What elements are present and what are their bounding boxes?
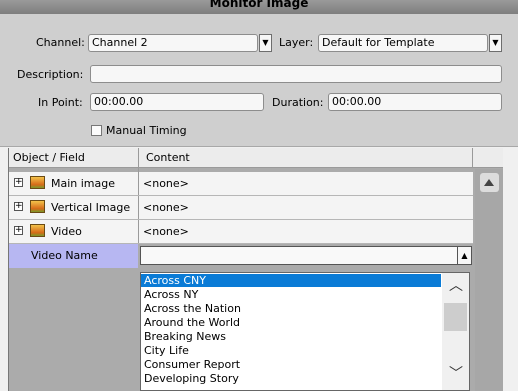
list-item[interactable]: Across CNY	[141, 274, 441, 287]
scroll-up-button[interactable]	[480, 173, 499, 192]
layer-label: Layer:	[279, 36, 314, 49]
layer-dropdown-button[interactable]: ▼	[489, 34, 502, 52]
video-name-cell: Video Name	[9, 244, 138, 268]
window-title: Monitor Image	[209, 0, 309, 10]
triangle-up-icon	[484, 179, 494, 186]
grid-scrollbar[interactable]	[475, 169, 503, 391]
field-name: Vertical Image	[51, 201, 131, 214]
table-row[interactable]: + Video <none>	[9, 220, 473, 244]
image-icon	[30, 200, 45, 213]
list-item[interactable]: Across NY	[141, 288, 441, 301]
channel-dropdown-button[interactable]: ▼	[259, 34, 272, 52]
duration-label: Duration:	[272, 96, 324, 109]
channel-label: Channel:	[36, 36, 85, 49]
chevron-up-icon[interactable]: ︿	[449, 279, 463, 293]
plus-box-icon[interactable]: +	[14, 226, 23, 235]
description-label: Description:	[17, 68, 84, 81]
description-input[interactable]	[90, 65, 502, 83]
window-title-bar: Monitor Image	[0, 0, 518, 14]
manual-timing-checkbox[interactable]	[91, 125, 102, 136]
triangle-down-icon: ▼	[262, 38, 269, 47]
list-item[interactable]: City Life	[141, 344, 441, 357]
image-icon	[30, 176, 45, 189]
field-name: Video	[51, 225, 82, 238]
triangle-down-icon: ▼	[492, 38, 499, 47]
channel-select[interactable]: Channel 2	[88, 34, 258, 52]
field-content[interactable]: <none>	[139, 196, 473, 219]
field-content[interactable]: <none>	[139, 172, 473, 195]
video-name-combobox[interactable]	[140, 246, 458, 265]
duration-input[interactable]: 00:00.00	[328, 93, 502, 111]
field-name-cell: + Video	[9, 220, 138, 243]
field-name: Main image	[51, 177, 116, 190]
dropdown-scrollbar[interactable]: ︿ ﹀	[442, 273, 469, 390]
list-item[interactable]: Around the World	[141, 316, 441, 329]
field-name: Video Name	[31, 249, 98, 262]
manual-timing-label: Manual Timing	[106, 124, 187, 137]
list-item[interactable]: Developing Story	[141, 372, 441, 385]
properties-panel: Channel: Channel 2 ▼ Layer: Default for …	[0, 14, 518, 147]
list-item[interactable]: Breaking News	[141, 330, 441, 343]
plus-box-icon[interactable]: +	[14, 202, 23, 211]
field-name-cell: + Main image	[9, 172, 138, 195]
plus-box-icon[interactable]: +	[14, 178, 23, 187]
image-icon	[30, 224, 45, 237]
list-item[interactable]: Across the Nation	[141, 302, 441, 315]
in-point-input[interactable]: 00:00.00	[90, 93, 264, 111]
triangle-up-icon: ▲	[461, 251, 468, 260]
table-row[interactable]: + Main image <none>	[9, 172, 473, 196]
column-header-object-field[interactable]: Object / Field	[13, 151, 85, 164]
field-name-cell: + Vertical Image	[9, 196, 138, 219]
in-point-label: In Point:	[38, 96, 83, 109]
field-content[interactable]: <none>	[139, 220, 473, 243]
grid-header: Object / Field Content	[9, 148, 503, 168]
column-divider	[472, 148, 473, 168]
layer-select[interactable]: Default for Template	[318, 34, 488, 52]
chevron-down-icon[interactable]: ﹀	[449, 367, 463, 381]
list-item[interactable]: Consumer Report	[141, 358, 441, 371]
table-row[interactable]: + Vertical Image <none>	[9, 196, 473, 220]
column-header-content[interactable]: Content	[146, 151, 190, 164]
video-name-dropdown-button[interactable]: ▲	[457, 246, 472, 265]
scrollbar-thumb[interactable]	[444, 303, 467, 331]
video-name-dropdown-list[interactable]: Across CNY Across NY Across the Nation A…	[140, 272, 470, 391]
video-name-row[interactable]: Video Name ▲	[9, 244, 473, 268]
